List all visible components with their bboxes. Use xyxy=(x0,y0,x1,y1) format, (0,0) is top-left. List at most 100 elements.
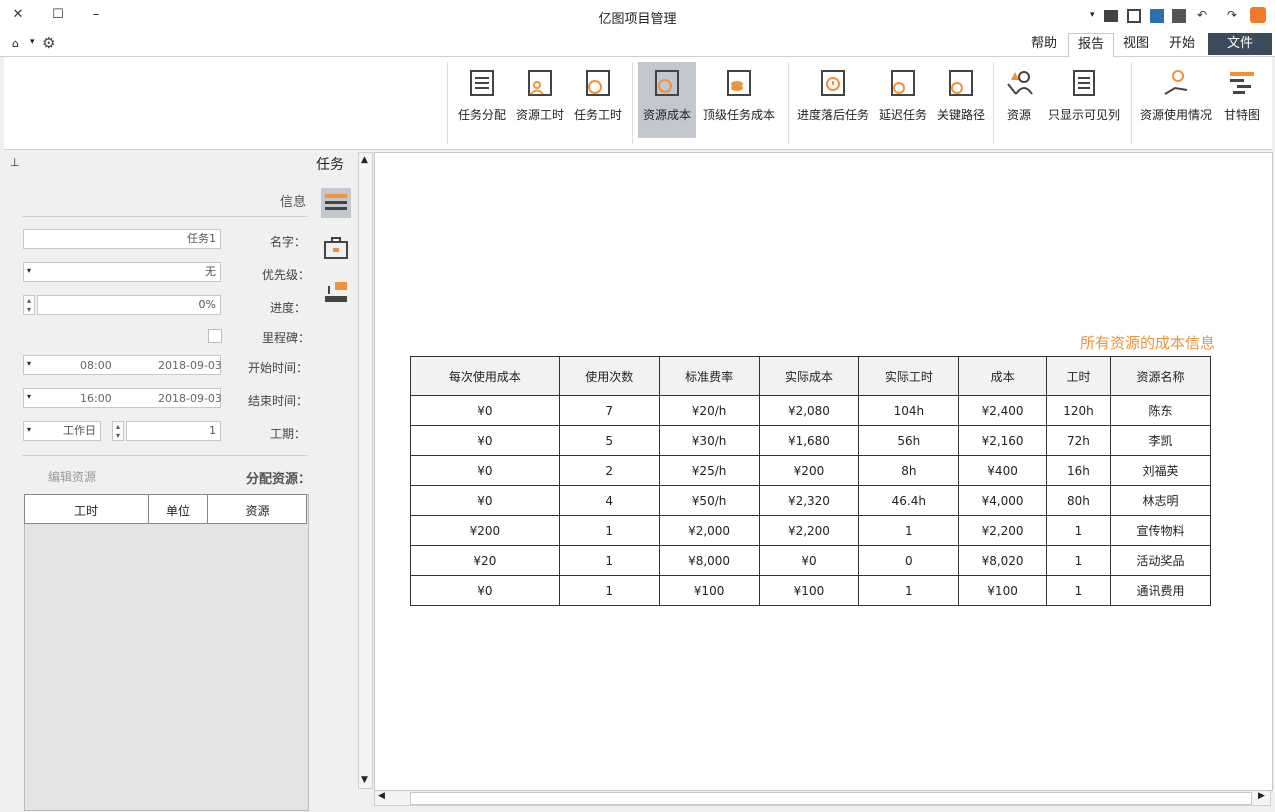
resource-cost-label: 资源成本 xyxy=(642,108,691,122)
behind-schedule-button[interactable]: 进度落后任务 xyxy=(794,62,872,138)
end-clock-value: 16:00 xyxy=(80,392,112,405)
scroll-thumb[interactable] xyxy=(410,792,1252,805)
chevron-down-icon[interactable]: ▾ xyxy=(27,359,31,368)
info-tab-icon[interactable] xyxy=(321,188,351,218)
table-cell: 8h xyxy=(858,455,960,486)
close-icon[interactable]: ✕ xyxy=(8,6,28,24)
redo-icon[interactable]: ↷ xyxy=(1222,6,1242,24)
table-cell: ¥30/h xyxy=(658,425,760,456)
col-work: 工时 xyxy=(1045,356,1112,396)
start-clock-value: 08:00 xyxy=(80,359,112,372)
chevron-down-icon[interactable]: ▾ xyxy=(27,425,31,434)
top-task-cost-icon xyxy=(727,70,751,96)
ribbon-separator xyxy=(993,62,994,144)
scroll-left-icon[interactable]: ◀ xyxy=(378,791,385,801)
info-divider xyxy=(22,216,308,217)
resource-label: 资源 xyxy=(1006,108,1031,122)
assign-table[interactable] xyxy=(24,494,309,811)
table-cell: ¥1,680 xyxy=(758,425,860,456)
quick-access-dropdown-icon[interactable]: ▾ xyxy=(1090,10,1095,20)
resource-tab-icon[interactable] xyxy=(321,234,351,264)
table-cell: 104h xyxy=(858,395,960,426)
edit-resource-link[interactable]: 编辑资源 xyxy=(48,468,96,485)
col-actual-cost: 实际成本 xyxy=(758,356,860,396)
table-cell: 1 xyxy=(1045,545,1112,576)
duration-unit-select[interactable]: 工作日 xyxy=(23,421,101,441)
critical-path-button[interactable]: 关键路径 xyxy=(934,62,988,138)
duration-field[interactable]: 1 xyxy=(126,421,221,441)
name-label: 名字： xyxy=(270,235,307,249)
delayed-task-button[interactable]: 延迟任务 xyxy=(876,62,930,138)
chevron-down-icon[interactable]: ▾ xyxy=(27,392,31,401)
table-cell: 1 xyxy=(558,545,660,576)
table-row: ¥200 1 ¥2,000 ¥2,200 1 ¥2,200 1 宣传物料 xyxy=(410,515,1211,546)
pin-icon[interactable]: ⊥ xyxy=(10,156,20,169)
table-cell: 1 xyxy=(858,515,960,546)
scroll-right-icon[interactable]: ▶ xyxy=(1258,791,1265,801)
table-cell: 1 xyxy=(1045,515,1112,546)
col-resource-name: 资源名称 xyxy=(1110,356,1211,396)
maximize-icon[interactable]: ☐ xyxy=(48,6,68,24)
resource-work-button[interactable]: 资源工时 xyxy=(512,62,568,138)
tab-file[interactable]: 文件 xyxy=(1208,33,1272,55)
table-cell: ¥2,320 xyxy=(758,485,860,516)
table-cell: 80h xyxy=(1045,485,1112,516)
progress-stepper[interactable]: ▴ ▾ xyxy=(23,295,35,315)
table-cell: ¥0 xyxy=(410,575,560,606)
open-icon[interactable] xyxy=(1150,9,1164,23)
undo-icon[interactable]: ↶ xyxy=(1192,6,1212,24)
top-task-cost-button[interactable]: 顶级任务成本 xyxy=(700,62,778,138)
table-cell: ¥2,200 xyxy=(958,515,1047,546)
scroll-down-icon[interactable]: ▼ xyxy=(361,775,368,785)
priority-select[interactable]: 无 xyxy=(23,262,221,282)
visible-columns-button[interactable]: 只显示可见列 xyxy=(1042,62,1126,138)
ribbon-separator xyxy=(788,62,789,144)
tab-help[interactable]: 帮助 xyxy=(1022,33,1066,55)
table-cell: ¥2,200 xyxy=(758,515,860,546)
minimize-icon[interactable]: – xyxy=(86,6,106,24)
resource-work-icon xyxy=(528,70,552,96)
table-cell: ¥0 xyxy=(410,485,560,516)
table-cell: ¥0 xyxy=(410,425,560,456)
table-cell: ¥0 xyxy=(758,545,860,576)
task-assign-button[interactable]: 任务分配 xyxy=(454,62,510,138)
settings-dropdown-icon[interactable]: ▾ xyxy=(30,37,35,47)
vertical-scrollbar[interactable] xyxy=(358,152,373,789)
table-cell: ¥2,000 xyxy=(658,515,760,546)
assign-resource-label: 分配资源： xyxy=(246,472,312,487)
tab-home[interactable]: 开始 xyxy=(1160,33,1204,55)
task-work-label: 任务工时 xyxy=(573,108,622,122)
resource-cost-button[interactable]: 资源成本 xyxy=(638,62,696,138)
assign-col-resource: 资源 xyxy=(245,504,270,518)
chevron-down-icon[interactable]: ▾ xyxy=(27,266,31,275)
scroll-up-icon[interactable]: ▲ xyxy=(361,155,368,165)
table-cell: 72h xyxy=(1045,425,1112,456)
table-cell: 李凯 xyxy=(1110,425,1211,456)
progress-field[interactable]: 0% xyxy=(37,295,221,315)
name-field[interactable]: 任务1 xyxy=(23,229,221,249)
end-date-value: 2018-09-03 xyxy=(158,392,222,405)
table-cell: ¥2,160 xyxy=(958,425,1047,456)
gear-icon[interactable]: ⚙ xyxy=(42,34,55,52)
print-icon[interactable] xyxy=(1104,10,1118,22)
collapse-ribbon-icon[interactable]: ⌂ xyxy=(12,37,19,50)
table-cell: ¥2,400 xyxy=(958,395,1047,426)
tab-view[interactable]: 视图 xyxy=(1114,33,1158,55)
link-tab-icon[interactable] xyxy=(321,278,351,308)
new-icon[interactable] xyxy=(1172,9,1186,23)
behind-schedule-icon xyxy=(821,70,845,96)
milestone-checkbox[interactable] xyxy=(208,329,222,343)
end-time-label: 结束时间： xyxy=(248,394,309,408)
task-work-button[interactable]: 任务工时 xyxy=(570,62,626,138)
table-row: ¥0 7 ¥20/h ¥2,080 104h ¥2,400 120h 陈东 xyxy=(410,395,1211,426)
tab-report[interactable]: 报告 xyxy=(1068,33,1114,57)
priority-label: 优先级： xyxy=(262,268,311,282)
save-icon[interactable] xyxy=(1127,9,1141,23)
resource-button[interactable]: 资源 xyxy=(998,62,1040,138)
gantt-button[interactable]: 甘特图 xyxy=(1218,62,1266,138)
duration-stepper[interactable]: ▴ ▾ xyxy=(112,421,124,441)
assign-col-work: 工时 xyxy=(73,504,98,518)
critical-path-icon xyxy=(949,70,973,96)
table-cell: 46.4h xyxy=(858,485,960,516)
resource-usage-button[interactable]: 资源使用情况 xyxy=(1136,62,1216,138)
